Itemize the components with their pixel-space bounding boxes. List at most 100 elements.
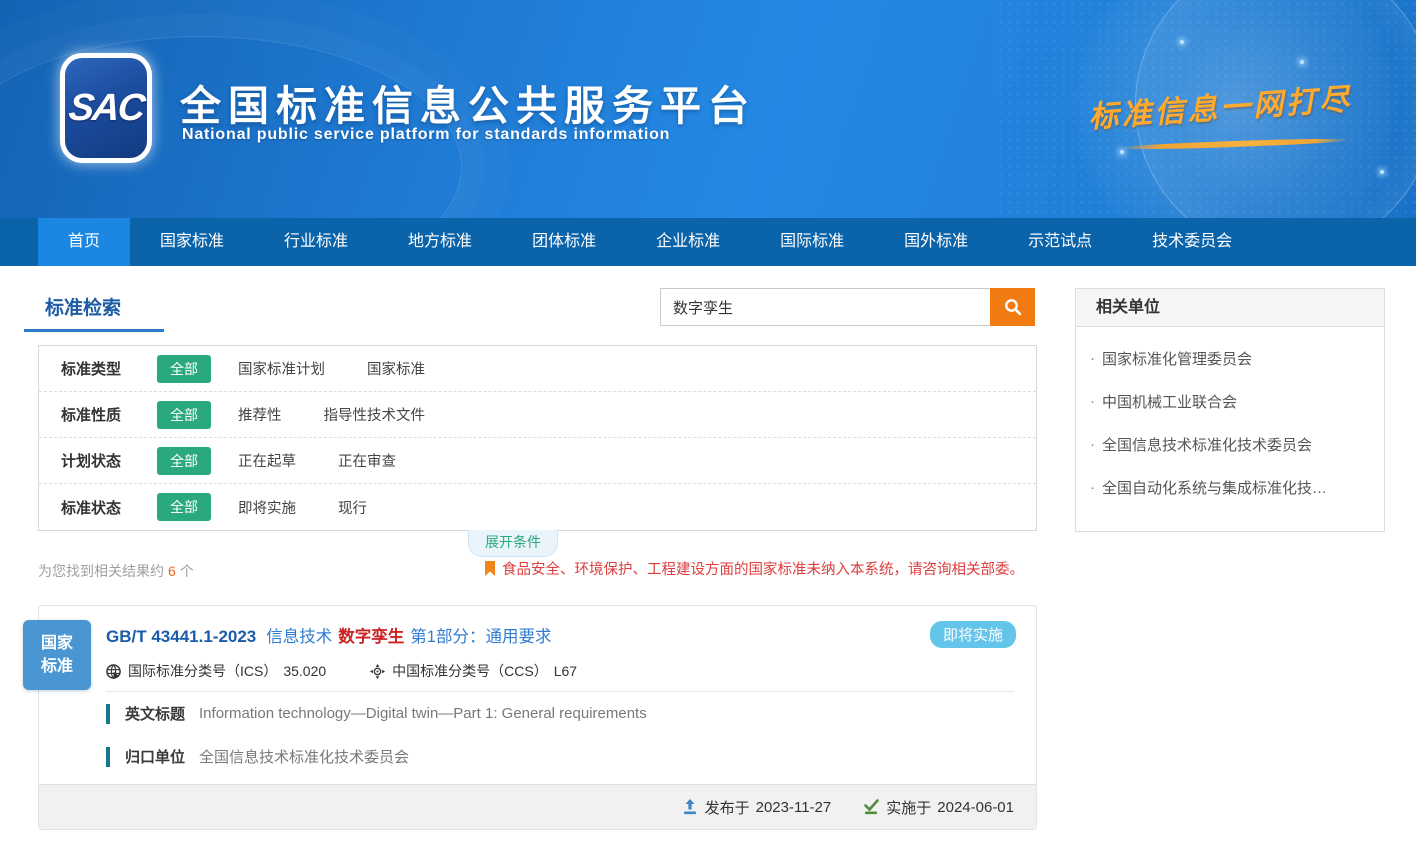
search-icon	[1003, 297, 1023, 317]
decor-dot	[1380, 170, 1384, 174]
filter-all-button[interactable]: 全部	[157, 447, 211, 475]
main-nav: 首页 国家标准 行业标准 地方标准 团体标准 企业标准 国际标准 国外标准 示范…	[0, 218, 1416, 266]
nav-item-national-standards[interactable]: 国家标准	[130, 218, 254, 266]
filter-option[interactable]: 国家标准	[367, 358, 425, 379]
filter-option[interactable]: 正在审查	[338, 450, 396, 471]
english-title-label: 英文标题	[125, 703, 185, 724]
standard-title-highlight[interactable]: 数字孪生	[338, 623, 404, 647]
results-count: 6	[168, 563, 176, 579]
decor-dot	[1300, 60, 1304, 64]
decor-dot	[1120, 150, 1124, 154]
filter-all-button[interactable]: 全部	[157, 355, 211, 383]
filter-label: 计划状态	[61, 450, 157, 471]
top-banner: SAC 全国标准信息公共服务平台 National public service…	[0, 0, 1416, 218]
nav-item-foreign-standards[interactable]: 国外标准	[874, 218, 998, 266]
compass-cross-icon	[370, 664, 385, 679]
sac-logo[interactable]: SAC	[60, 53, 152, 163]
filter-row-plan-status: 计划状态 全部 正在起草 正在审查	[39, 438, 1036, 484]
bullet-dot: ·	[1090, 350, 1095, 367]
standard-type-badge: 国家 标准	[23, 620, 91, 690]
card-divider	[106, 691, 1014, 692]
filter-option[interactable]: 即将实施	[238, 497, 296, 518]
filter-row-standard-type: 标准类型 全部 国家标准计划 国家标准	[39, 346, 1036, 392]
nav-item-enterprise-standards[interactable]: 企业标准	[626, 218, 750, 266]
standard-title: GB/T 43441.1-2023 信息技术 数字孪生 第1部分：通用要求	[106, 623, 916, 647]
search-bar	[660, 288, 1035, 326]
search-button[interactable]	[990, 288, 1035, 326]
bullet-dot: ·	[1090, 393, 1095, 410]
result-card: 国家 标准 GB/T 43441.1-2023 信息技术 数字孪生 第1部分：通…	[38, 605, 1037, 830]
nav-item-group-standards[interactable]: 团体标准	[502, 218, 626, 266]
filter-row-standard-nature: 标准性质 全部 推荐性 指导性技术文件	[39, 392, 1036, 438]
publish-date-group: 发布于 2023-11-27	[682, 797, 832, 818]
related-units-list: · 国家标准化管理委员会 · 中国机械工业联合会 ·全国信息技术标准化技术委员会 ·…	[1076, 327, 1384, 509]
dept-row: 归口单位 全国信息技术标准化技术委员会	[106, 746, 409, 767]
standard-title-part2[interactable]: 第1部分：通用要求	[410, 623, 551, 647]
dept-label: 归口单位	[125, 746, 185, 767]
check-icon	[863, 799, 879, 815]
standard-code-link[interactable]: GB/T 43441.1-2023	[106, 627, 256, 647]
filter-panel: 标准类型 全部 国家标准计划 国家标准 标准性质 全部 推荐性 指导性技术文件 …	[38, 345, 1037, 531]
ics-label: 国际标准分类号（ICS）	[128, 661, 277, 681]
site-subtitle: National public service platform for sta…	[182, 126, 670, 144]
nav-item-pilot[interactable]: 示范试点	[998, 218, 1122, 266]
teal-bar	[106, 747, 110, 767]
related-unit-item[interactable]: ·全国信息技术标准化技术委员会	[1090, 423, 1370, 466]
related-unit-item[interactable]: · 中国机械工业联合会	[1090, 380, 1370, 423]
related-unit-label: 中国机械工业联合会	[1102, 391, 1237, 412]
standard-title-part1[interactable]: 信息技术	[266, 623, 332, 647]
card-footer: 发布于 2023-11-27 实施于 2024-06-01	[39, 784, 1036, 829]
classification-row: 国际标准分类号（ICS） 35.020 中国标准分类号（CCS） L67	[106, 661, 621, 681]
implement-date-group: 实施于 2024-06-01	[863, 797, 1014, 818]
results-summary-prefix: 为您找到相关结果约	[38, 563, 164, 579]
sac-logo-text: SAC	[67, 87, 146, 130]
type-badge-line2: 标准	[23, 655, 91, 678]
notice-text: 食品安全、环境保护、工程建设方面的国家标准未纳入本系统，请咨询相关部委。	[502, 558, 1024, 579]
results-summary: 为您找到相关结果约6个	[38, 561, 194, 581]
page-title: 标准检索	[45, 293, 121, 320]
decor-dot	[1180, 40, 1184, 44]
nav-item-international-standards[interactable]: 国际标准	[750, 218, 874, 266]
status-badge: 即将实施	[930, 621, 1016, 648]
filter-all-button[interactable]: 全部	[157, 493, 211, 521]
results-summary-suffix: 个	[180, 563, 194, 579]
related-unit-label: 全国自动化系统与集成标准化技…	[1102, 477, 1327, 498]
related-unit-item[interactable]: · 全国自动化系统与集成标准化技…	[1090, 466, 1370, 509]
sac-logo-inner: SAC	[65, 58, 147, 158]
implement-date: 2024-06-01	[937, 799, 1014, 816]
filter-label: 标准类型	[61, 358, 157, 379]
ccs-value: L67	[554, 663, 577, 679]
filter-option[interactable]: 现行	[338, 497, 367, 518]
expand-conditions-button[interactable]: 展开条件	[468, 530, 558, 557]
filter-option[interactable]: 正在起草	[238, 450, 296, 471]
filter-label: 标准状态	[61, 497, 157, 518]
nav-item-home[interactable]: 首页	[38, 218, 130, 266]
filter-option[interactable]: 推荐性	[238, 404, 282, 425]
related-units-title: 相关单位	[1076, 289, 1384, 327]
filter-row-standard-status: 标准状态 全部 即将实施 现行	[39, 484, 1036, 530]
type-badge-line1: 国家	[23, 632, 91, 655]
search-input[interactable]	[660, 288, 990, 326]
related-unit-label: 国家标准化管理委员会	[1102, 348, 1252, 369]
related-units-panel: 相关单位 · 国家标准化管理委员会 · 中国机械工业联合会 ·全国信息技术标准化技术…	[1075, 288, 1385, 532]
filter-label: 标准性质	[61, 404, 157, 425]
dept-value: 全国信息技术标准化技术委员会	[199, 746, 409, 767]
filter-option[interactable]: 指导性技术文件	[324, 404, 426, 425]
upload-icon	[682, 799, 698, 815]
filter-all-button[interactable]: 全部	[157, 401, 211, 429]
implement-label: 实施于	[886, 797, 931, 818]
ccs-label: 中国标准分类号（CCS）	[392, 661, 548, 681]
bullet-dot: ·	[1090, 436, 1095, 453]
english-title-value: Information technology—Digital twin—Part…	[199, 705, 647, 722]
bookmark-icon	[484, 561, 496, 577]
ics-value: 35.020	[283, 663, 326, 679]
publish-label: 发布于	[705, 797, 750, 818]
related-unit-item[interactable]: · 国家标准化管理委员会	[1090, 337, 1370, 380]
publish-date: 2023-11-27	[756, 799, 832, 816]
bullet-dot: ·	[1090, 479, 1095, 496]
nav-item-local-standards[interactable]: 地方标准	[378, 218, 502, 266]
filter-option[interactable]: 国家标准计划	[238, 358, 325, 379]
globe-icon	[106, 664, 121, 679]
nav-item-industry-standards[interactable]: 行业标准	[254, 218, 378, 266]
nav-item-technical-committee[interactable]: 技术委员会	[1122, 218, 1262, 266]
